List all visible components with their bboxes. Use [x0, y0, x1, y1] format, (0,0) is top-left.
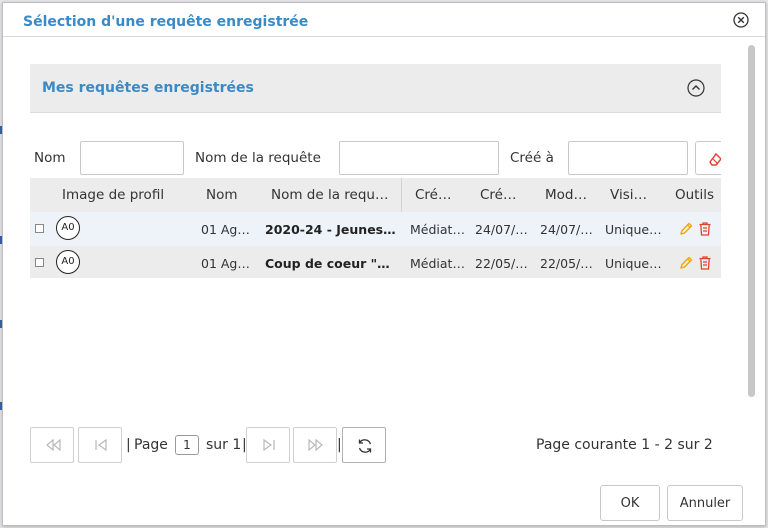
title-divider — [3, 36, 765, 37]
page-count-label: sur 1 — [206, 437, 242, 453]
saved-query-dialog: Sélection d'une requête enregistrée Mes … — [2, 2, 766, 526]
row-checkbox[interactable] — [35, 224, 44, 233]
column-header-visibility[interactable]: Visi… — [610, 187, 647, 203]
edit-pencil-icon[interactable] — [678, 221, 694, 237]
column-header-created-by[interactable]: Cré… — [415, 187, 452, 203]
cell-created-by: Médiat… — [410, 222, 465, 237]
filter-label-query-name: Nom de la requête — [195, 150, 321, 166]
cancel-button[interactable]: Annuler — [667, 485, 743, 521]
pagination-toolbar: | Page 1 sur 1 | | Page courante 1 - 2 s… — [30, 427, 730, 467]
section-title: Mes requêtes enregistrées — [42, 80, 254, 96]
column-header-modified[interactable]: Mod… — [545, 187, 587, 203]
cell-created-by: Médiat… — [410, 256, 465, 271]
column-resize-handle[interactable] — [401, 178, 402, 212]
table-row[interactable]: A0 01 Age… Coup de coeur "Br… Médiat… 22… — [30, 246, 721, 278]
ok-button[interactable]: OK — [600, 485, 660, 521]
column-header-created-on[interactable]: Cré… — [480, 187, 517, 203]
cell-created-on: 22/05/… — [475, 256, 528, 271]
cell-query-name: 2020-24 - Jeunes … — [265, 222, 399, 237]
double-chevron-right-icon — [308, 438, 323, 452]
cell-modified: 24/07/… — [540, 222, 593, 237]
close-icon[interactable] — [733, 12, 749, 28]
cell-name: 01 Age… — [201, 222, 257, 237]
column-header-query-name[interactable]: Nom de la requ… — [271, 187, 399, 203]
last-page-button[interactable] — [293, 427, 337, 463]
chevron-left-bar-icon — [95, 438, 107, 452]
clear-filters-button[interactable] — [695, 141, 721, 175]
created-filter-input[interactable] — [568, 141, 688, 175]
chevron-right-bar-icon — [263, 438, 275, 452]
dialog-title: Sélection d'une requête enregistrée — [23, 14, 309, 30]
pager-separator: | — [337, 437, 342, 453]
query-name-filter-input[interactable] — [339, 141, 499, 175]
page-status: Page courante 1 - 2 sur 2 — [536, 437, 713, 453]
row-checkbox[interactable] — [35, 258, 44, 267]
column-header-name[interactable]: Nom — [206, 187, 238, 203]
avatar: A0 — [56, 250, 80, 274]
cell-modified: 22/05/… — [540, 256, 593, 271]
section-header[interactable]: Mes requêtes enregistrées — [30, 64, 721, 113]
cell-query-name: Coup de coeur "Br… — [265, 256, 399, 271]
cell-visibility: Unique… — [605, 222, 662, 237]
cell-name: 01 Age… — [201, 256, 257, 271]
next-page-button[interactable] — [246, 427, 290, 463]
table-row[interactable]: A0 01 Age… 2020-24 - Jeunes … Médiat… 24… — [30, 212, 721, 246]
eraser-icon — [709, 152, 721, 166]
column-header-tools[interactable]: Outils — [675, 187, 719, 203]
chevron-up-circle-icon[interactable] — [687, 79, 705, 97]
edit-pencil-icon[interactable] — [678, 255, 694, 271]
avatar: A0 — [56, 216, 80, 240]
pager-separator: | — [126, 437, 131, 453]
previous-page-button[interactable] — [78, 427, 122, 463]
refresh-icon — [358, 439, 372, 453]
page-label: Page — [134, 437, 168, 453]
cell-visibility: Unique… — [605, 256, 662, 271]
cell-created-on: 24/07/… — [475, 222, 528, 237]
delete-trash-icon[interactable] — [697, 255, 713, 271]
column-header-row: Image de profil Nom Nom de la requ… Cré…… — [30, 178, 721, 212]
double-chevron-left-icon — [46, 438, 61, 452]
first-page-button[interactable] — [30, 427, 74, 463]
refresh-button[interactable] — [342, 427, 386, 463]
nom-filter-input[interactable] — [80, 141, 184, 175]
vertical-scrollbar[interactable] — [748, 45, 755, 397]
page-number-input[interactable]: 1 — [175, 435, 199, 455]
filter-label-nom: Nom — [34, 150, 66, 166]
saved-queries-grid: Nom Nom de la requête Créé à Image de pr… — [30, 136, 721, 278]
delete-trash-icon[interactable] — [697, 221, 713, 237]
column-header-profile-image[interactable]: Image de profil — [62, 187, 164, 203]
filter-label-created: Créé à — [510, 150, 554, 166]
